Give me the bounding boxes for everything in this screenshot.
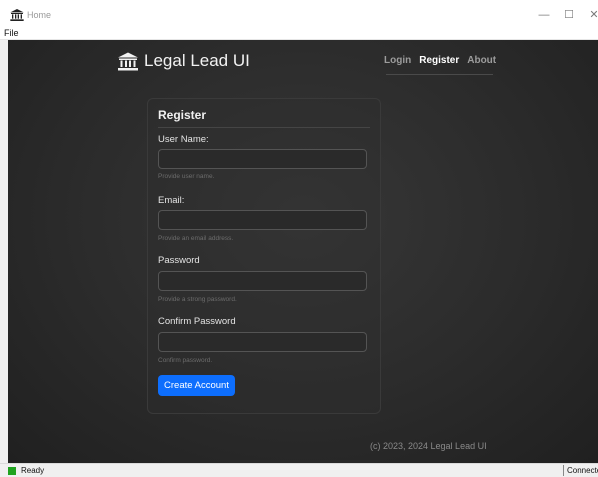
footer-copyright: (c) 2023, 2024 Legal Lead UI: [370, 441, 487, 451]
app-content: Legal Lead UI Login Register About Regis…: [8, 40, 598, 463]
status-indicator-icon: [8, 467, 16, 475]
form-title: Register: [158, 108, 207, 122]
title-divider: [158, 127, 370, 128]
bank-icon: [118, 52, 138, 70]
nav-register[interactable]: Register: [419, 52, 459, 70]
status-text: Ready: [21, 466, 45, 475]
password-label: Password: [158, 255, 200, 266]
confirm-password-input[interactable]: [158, 332, 367, 352]
register-card: Register User Name: Provide user name. E…: [147, 98, 381, 414]
minimize-icon[interactable]: —: [536, 8, 552, 22]
username-hint: Provide user name.: [158, 173, 215, 180]
status-bar: Ready Connected: [0, 463, 598, 477]
nav-login[interactable]: Login: [384, 52, 411, 70]
email-label: Email:: [158, 195, 185, 206]
status-divider: [563, 465, 564, 476]
create-account-button[interactable]: Create Account: [158, 375, 235, 396]
username-label: User Name:: [158, 134, 209, 145]
window-title: Home: [27, 10, 52, 20]
password-input[interactable]: [158, 271, 367, 291]
confirm-password-label: Confirm Password: [158, 316, 236, 327]
window-title-bar: Home — ☐ ✕: [0, 0, 598, 27]
password-hint: Provide a strong password.: [158, 296, 237, 303]
email-hint: Provide an email address.: [158, 235, 234, 242]
confirm-password-hint: Confirm password.: [158, 357, 213, 364]
top-nav: Login Register About: [384, 52, 496, 70]
brand-title: Legal Lead UI: [144, 51, 250, 70]
close-icon[interactable]: ✕: [586, 8, 598, 22]
connection-status: Connected: [567, 466, 598, 475]
menu-bar: File: [0, 27, 598, 40]
maximize-icon[interactable]: ☐: [561, 8, 577, 22]
menu-file[interactable]: File: [4, 27, 19, 39]
brand[interactable]: Legal Lead UI: [118, 50, 250, 72]
nav-divider: [386, 74, 493, 75]
email-input[interactable]: [158, 210, 367, 230]
nav-about[interactable]: About: [467, 52, 496, 70]
bank-icon: [10, 9, 24, 21]
username-input[interactable]: [158, 149, 367, 169]
